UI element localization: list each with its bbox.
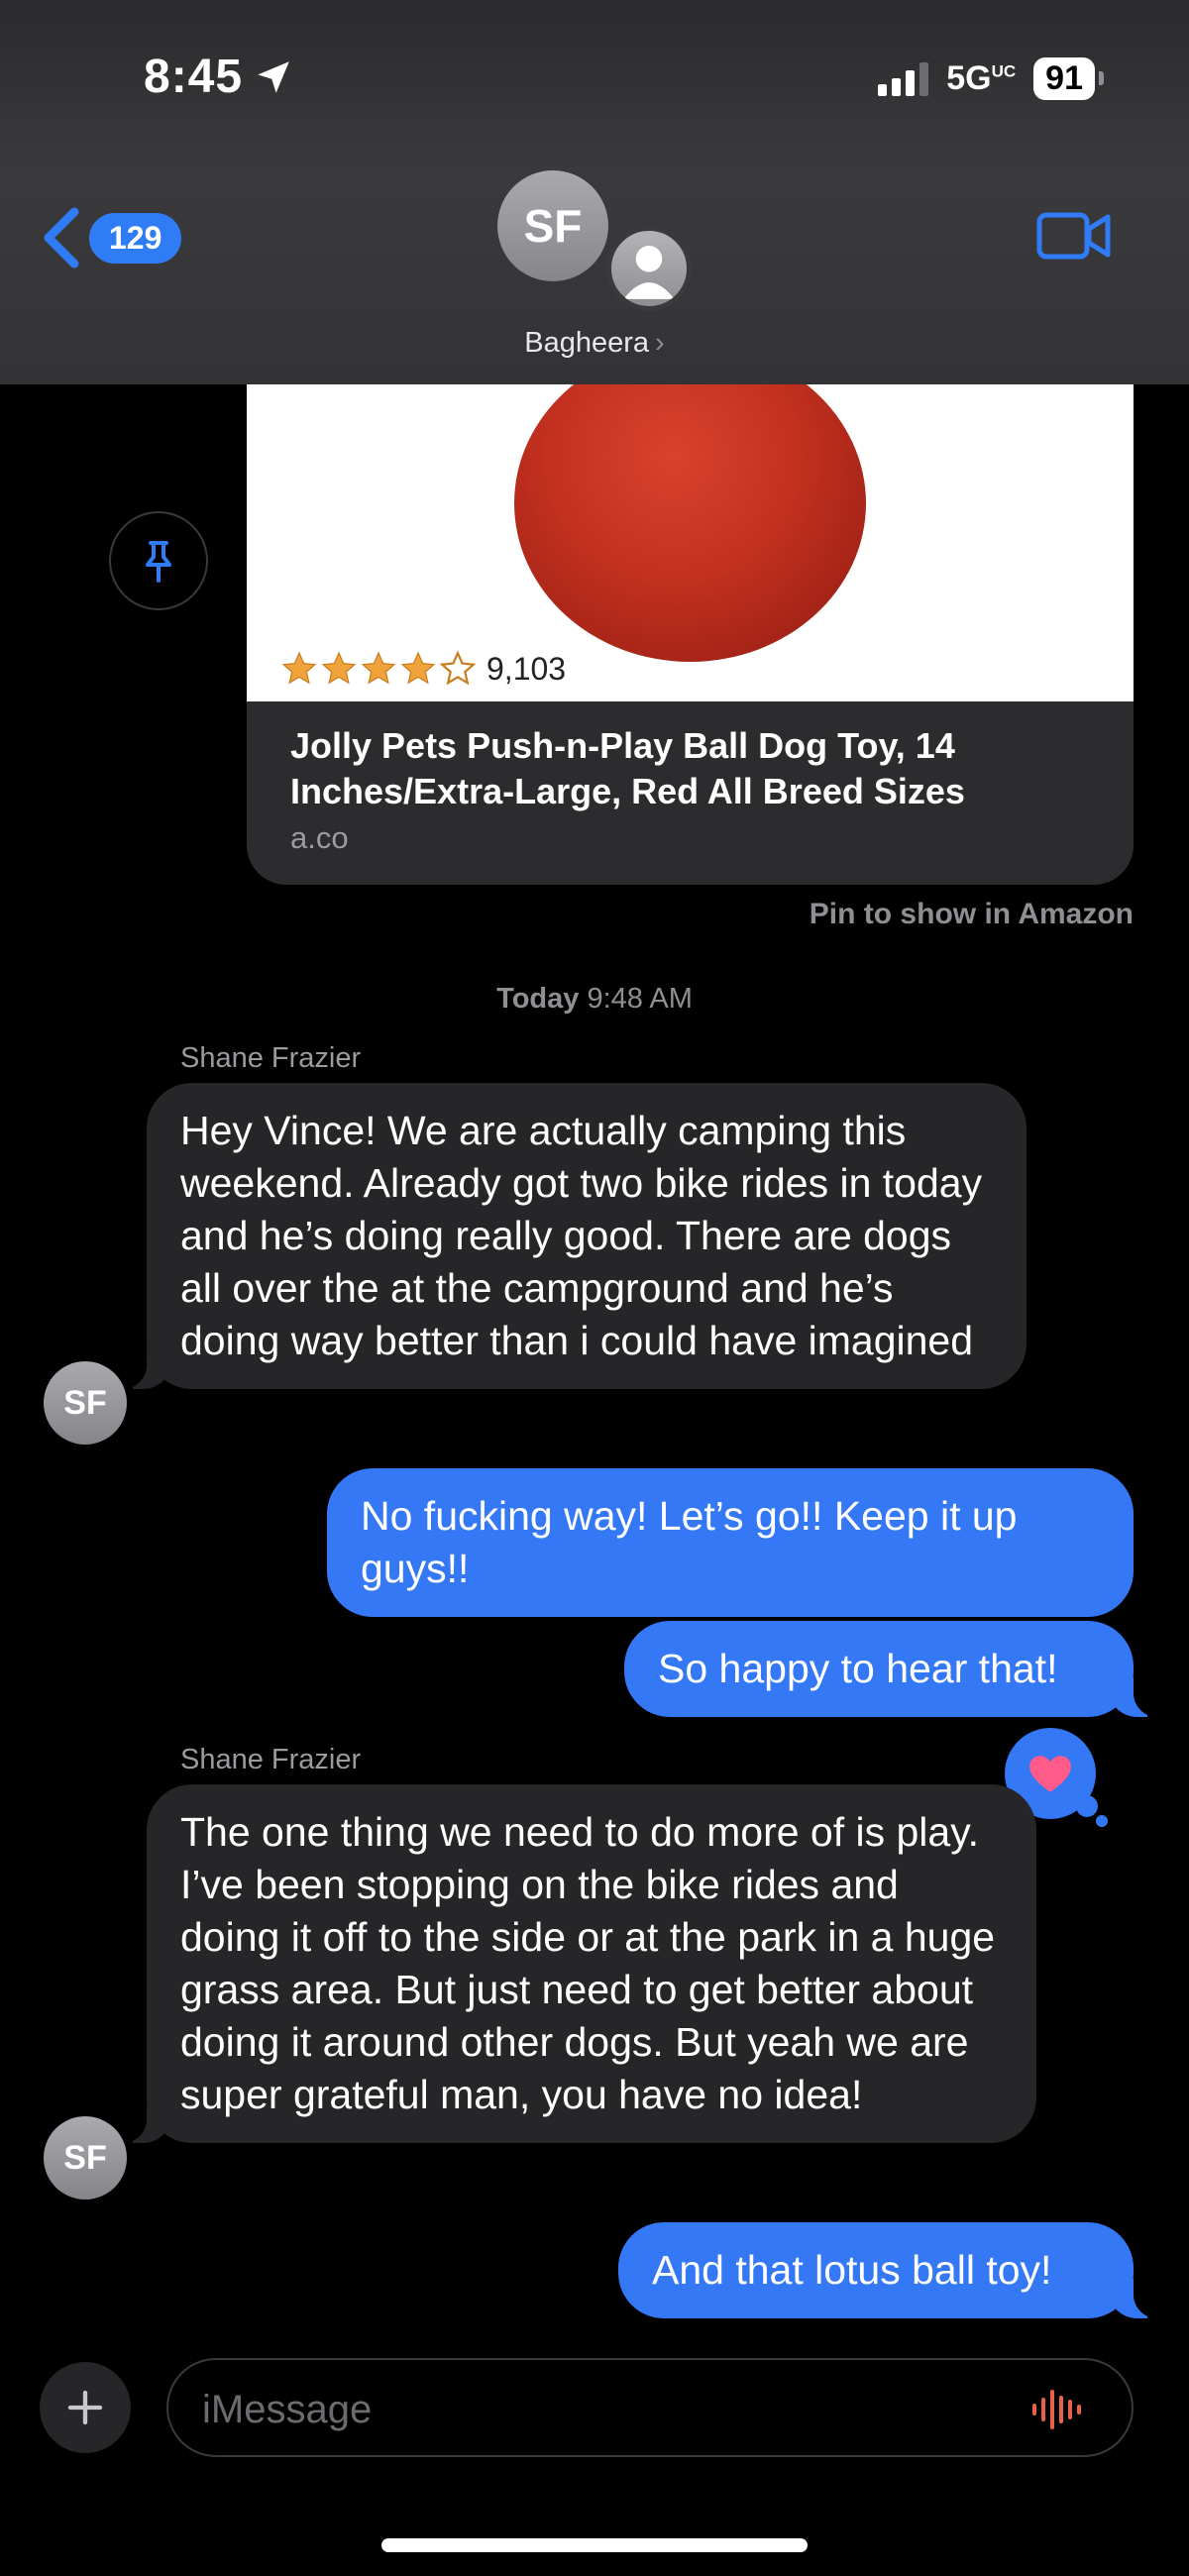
preview-url: a.co xyxy=(290,820,349,855)
star-icon xyxy=(361,651,396,685)
contact-name: Bagheera xyxy=(524,327,650,359)
star-icon xyxy=(400,651,436,685)
sender-name: Shane Frazier xyxy=(180,1042,362,1074)
product-image: 9,103 xyxy=(247,384,1134,701)
conversation-header: 8:45 5GUC 91 129 SF Bagheera › xyxy=(0,0,1189,384)
star-outline-icon xyxy=(439,650,477,686)
plus-icon xyxy=(67,2390,103,2425)
video-camera-icon[interactable] xyxy=(1036,210,1112,262)
message-bubble-outgoing[interactable]: And that lotus ball toy! xyxy=(618,2222,1163,2318)
red-ball-image xyxy=(514,384,866,662)
star-icon xyxy=(281,651,317,685)
pin-note: Pin to show in Amazon xyxy=(809,898,1134,930)
location-arrow-icon xyxy=(258,60,289,93)
link-preview-card[interactable]: 9,103 Jolly Pets Push-n-Play Ball Dog To… xyxy=(247,384,1134,885)
status-time-text: 8:45 xyxy=(144,51,244,103)
network-type: 5GUC xyxy=(946,59,1017,97)
back-chevron-icon xyxy=(44,207,79,268)
message-bubble-outgoing[interactable]: So happy to hear that! xyxy=(624,1621,1163,1717)
heart-icon xyxy=(1029,1756,1071,1792)
sender-avatar[interactable]: SF xyxy=(44,1361,127,1445)
battery-level: 91 xyxy=(1033,57,1104,100)
chevron-right-icon: › xyxy=(655,327,665,359)
message-bubble-outgoing[interactable]: No fucking way! Let’s go!! Keep it up gu… xyxy=(327,1468,1134,1617)
home-indicator[interactable] xyxy=(381,2538,808,2552)
pin-icon xyxy=(146,541,171,583)
status-time: 8:45 xyxy=(144,50,294,104)
pin-button[interactable] xyxy=(109,511,208,610)
status-indicators: 5GUC 91 xyxy=(878,57,1104,100)
rating-count: 9,103 xyxy=(486,650,567,687)
signal-icon xyxy=(878,61,929,96)
tapback-tail xyxy=(1096,1815,1108,1827)
star-rating: 9,103 xyxy=(280,650,566,688)
message-compose-field[interactable] xyxy=(166,2358,1134,2457)
message-bubble-incoming[interactable]: The one thing we need to do more of is p… xyxy=(117,1784,1036,2143)
apps-plus-button[interactable] xyxy=(40,2362,131,2453)
message-input[interactable] xyxy=(202,2382,1015,2437)
tapback-tail xyxy=(1076,1795,1098,1817)
preview-title: Jolly Pets Push-n-Play Ball Dog Toy, 14 … xyxy=(290,725,965,811)
contact-avatar[interactable]: SF xyxy=(497,170,608,281)
back-button[interactable]: 129 xyxy=(40,206,182,269)
star-icon xyxy=(321,651,357,685)
waveform-icon[interactable] xyxy=(1030,2388,1084,2431)
contact-secondary-avatar[interactable] xyxy=(606,226,692,311)
message-timestamp: Today 9:48 AM xyxy=(496,983,693,1015)
unread-count-badge: 129 xyxy=(89,212,182,264)
sender-name: Shane Frazier xyxy=(180,1744,362,1775)
contact-name-button[interactable]: Bagheera › xyxy=(0,327,1189,360)
person-icon xyxy=(623,246,675,299)
message-bubble-incoming[interactable]: Hey Vince! We are actually camping this … xyxy=(117,1083,1027,1389)
sender-avatar[interactable]: SF xyxy=(44,2116,127,2200)
